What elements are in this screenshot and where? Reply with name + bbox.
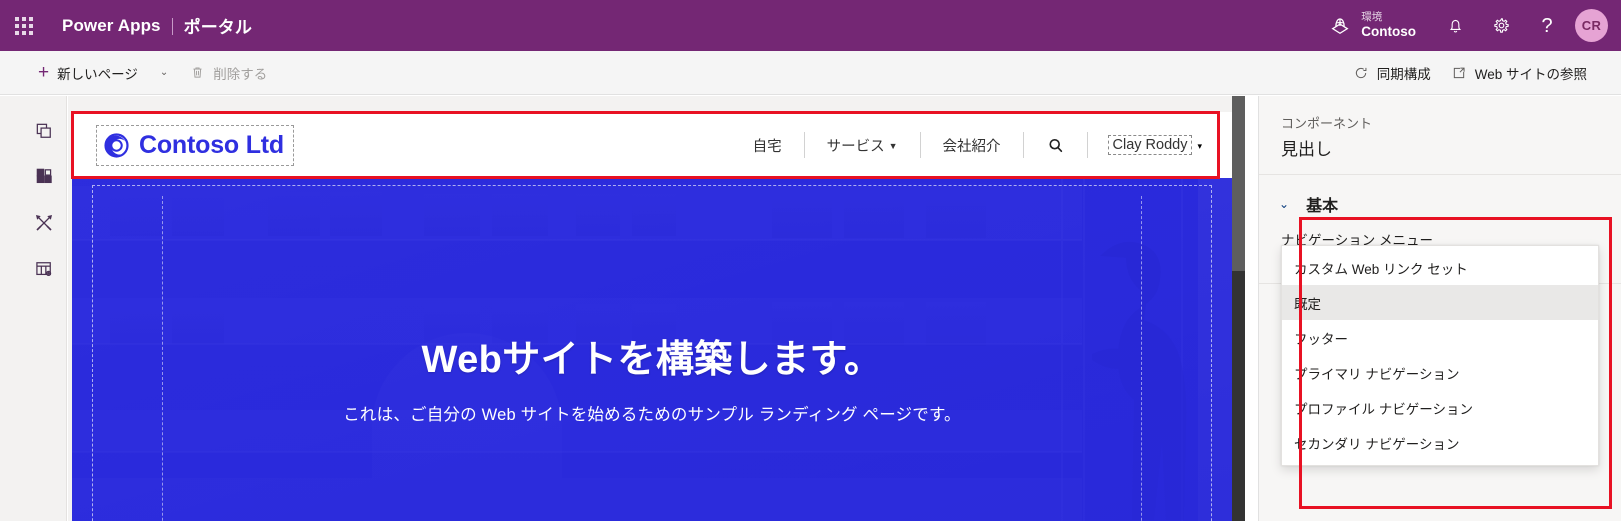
gear-icon — [1493, 18, 1509, 33]
dropdown-option-label: プロファイル ナビゲーション — [1294, 401, 1473, 417]
dropdown-option-secondary-navigation[interactable]: セカンダリ ナビゲーション — [1282, 425, 1598, 460]
component-title: 見出し — [1281, 140, 1332, 159]
chevron-down-icon: ▾ — [1197, 140, 1202, 151]
dropdown-option-label: セカンダリ ナビゲーション — [1294, 436, 1460, 452]
navigation-menu-dropdown-list: カスタム Web リンク セット 既定 フッター プライマリ ナビゲーション プ… — [1281, 245, 1599, 466]
trash-icon — [193, 67, 202, 78]
nav-link-about-label: 会社紹介 — [942, 138, 1001, 155]
sidebar-item-data[interactable] — [24, 246, 64, 292]
portal-navigation-bar[interactable]: Contoso Ltd 自宅 サービス ▼ 会社紹介 Clay Roddy ▾ — [72, 112, 1232, 178]
hero-subtitle: これは、ご自分の Web サイトを始めるためのサンプル ランディング ページです… — [343, 406, 961, 424]
left-gutter — [0, 96, 22, 521]
site-logo[interactable]: Contoso Ltd — [96, 124, 294, 166]
delete-label: 削除する — [213, 66, 268, 82]
chevron-down-icon: ▼ — [888, 141, 898, 151]
portal-nav-links: 自宅 サービス ▼ 会社紹介 Clay Roddy ▾ — [731, 132, 1232, 158]
table-settings-icon — [36, 262, 52, 277]
refresh-icon — [1355, 67, 1367, 78]
dropdown-option-default[interactable]: 既定 — [1282, 285, 1598, 320]
environment-selector[interactable]: 環境 Contoso — [1323, 11, 1422, 39]
browse-website-button[interactable]: Web サイトの参照 — [1441, 51, 1597, 95]
help-button[interactable]: ? — [1524, 0, 1570, 51]
dropdown-option-label: カスタム Web リンク セット — [1294, 261, 1468, 277]
properties-panel: コンポーネント 見出し ⌄ 基本 ナビゲーション メニュー 既定 ▾ カスタム … — [1258, 96, 1621, 521]
environment-icon — [1331, 18, 1349, 35]
new-page-label: 新しいページ — [57, 66, 138, 82]
site-user-name: Clay Roddy — [1107, 135, 1193, 155]
canvas-scrollbar-thumb[interactable] — [1232, 96, 1245, 271]
avatar-initials: CR — [1581, 18, 1602, 33]
new-page-dropdown-button[interactable]: ⌄ — [148, 51, 180, 95]
waffle-icon — [15, 16, 33, 35]
search-icon — [1048, 138, 1062, 152]
product-name: Power Apps — [62, 15, 161, 35]
dropdown-option-label: プライマリ ナビゲーション — [1294, 366, 1460, 382]
dropdown-option-custom-web-link-set[interactable]: カスタム Web リンク セット — [1282, 250, 1598, 285]
dropdown-option-label: 既定 — [1294, 296, 1321, 312]
left-navigation-rail — [22, 96, 67, 521]
contoso-spiral-logo — [104, 132, 129, 158]
external-link-icon — [1453, 67, 1465, 78]
plus-icon: + — [38, 62, 50, 83]
nav-link-services-label: サービス — [826, 138, 885, 155]
brand-divider — [171, 18, 173, 35]
canvas-scrollbar-track[interactable] — [1232, 271, 1245, 521]
avatar[interactable]: CR — [1575, 9, 1608, 42]
chevron-down-icon: ⌄ — [159, 67, 169, 78]
site-user-menu[interactable]: Clay Roddy ▾ — [1088, 135, 1208, 155]
sync-label: 同期構成 — [1376, 66, 1431, 82]
site-logo-text: Contoso Ltd — [139, 130, 284, 159]
nav-link-about[interactable]: 会社紹介 — [921, 135, 1023, 156]
canvas-scrollbar[interactable] — [1232, 96, 1245, 521]
pages-icon — [36, 123, 51, 138]
sync-configuration-button[interactable]: 同期構成 — [1343, 51, 1441, 95]
pen-brush-icon — [35, 214, 53, 231]
power-apps-portal-studio: Power Apps ポータル 環境 Contoso ? CR + 新しいページ… — [0, 0, 1621, 521]
app-launcher-button[interactable] — [0, 0, 48, 51]
question-mark-icon: ? — [1541, 14, 1553, 37]
website-preview-frame: Contoso Ltd 自宅 サービス ▼ 会社紹介 Clay Roddy ▾ … — [72, 112, 1232, 521]
components-grid-icon — [36, 168, 52, 184]
component-kicker: コンポーネント — [1281, 116, 1373, 131]
chevron-down-icon: ⌄ — [1279, 197, 1290, 211]
properties-panel-header: コンポーネント 見出し — [1259, 96, 1621, 175]
nav-link-home[interactable]: 自宅 — [731, 135, 804, 156]
brand-title[interactable]: Power Apps ポータル — [62, 13, 252, 38]
dropdown-option-footer[interactable]: フッター — [1282, 320, 1598, 355]
hero-content: Webサイトを構築します。 これは、ご自分の Web サイトを始めるためのサンプ… — [72, 328, 1232, 425]
new-page-button[interactable]: + 新しいページ — [28, 51, 148, 95]
site-search-button[interactable] — [1024, 136, 1087, 155]
environment-label: 環境 — [1361, 11, 1383, 24]
suite-header-bar: Power Apps ポータル 環境 Contoso ? CR — [0, 0, 1621, 51]
section-basic-label: 基本 — [1306, 198, 1339, 215]
dropdown-option-label: フッター — [1294, 331, 1348, 347]
command-bar: + 新しいページ ⌄ 削除する 同期構成 Web サイトの参照 — [0, 51, 1621, 95]
browse-label: Web サイトの参照 — [1474, 66, 1587, 82]
nav-link-home-label: 自宅 — [752, 138, 782, 155]
section-basic-toggle[interactable]: ⌄ 基本 — [1259, 175, 1621, 229]
sidebar-item-pages[interactable] — [24, 108, 64, 154]
sidebar-item-components[interactable] — [24, 154, 64, 200]
delete-button[interactable]: 削除する — [180, 51, 277, 95]
notifications-button[interactable] — [1432, 0, 1478, 51]
nav-link-services[interactable]: サービス ▼ — [805, 135, 920, 156]
portal-canvas: Contoso Ltd 自宅 サービス ▼ 会社紹介 Clay Roddy ▾ … — [68, 96, 1245, 521]
bell-icon — [1449, 19, 1461, 33]
app-name: ポータル — [183, 18, 253, 37]
hero-title: Webサイトを構築します。 — [421, 339, 883, 381]
environment-name: Contoso — [1361, 23, 1416, 39]
hero-section[interactable]: Webサイトを構築します。 これは、ご自分の Web サイトを始めるためのサンプ… — [72, 178, 1232, 521]
dropdown-option-primary-navigation[interactable]: プライマリ ナビゲーション — [1282, 355, 1598, 390]
sidebar-item-theme[interactable] — [24, 200, 64, 246]
settings-button[interactable] — [1478, 0, 1524, 51]
dropdown-option-profile-navigation[interactable]: プロファイル ナビゲーション — [1282, 390, 1598, 425]
